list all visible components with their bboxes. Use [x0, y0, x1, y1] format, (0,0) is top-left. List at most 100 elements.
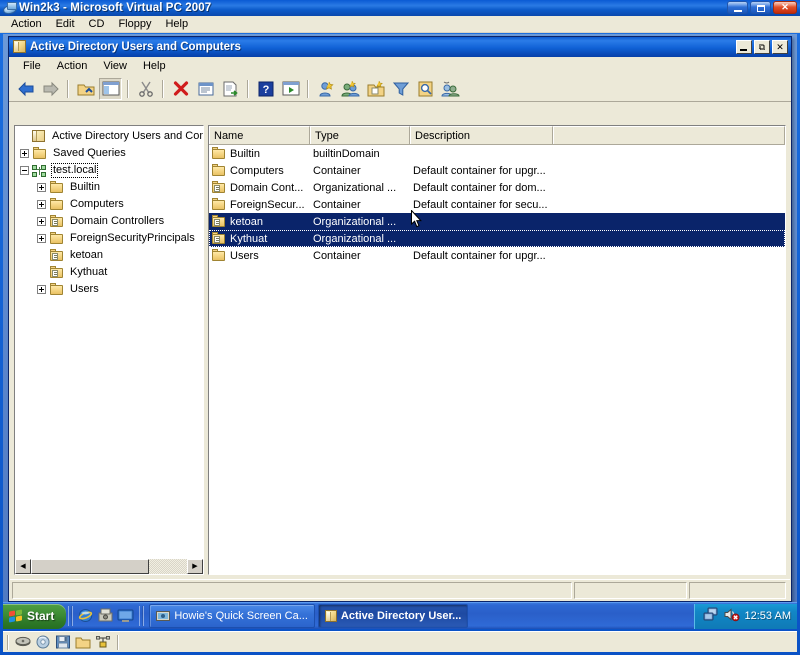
- tree-expander-icon[interactable]: [37, 183, 46, 192]
- tree-item-label: Domain Controllers: [70, 215, 165, 227]
- ad-restore-button[interactable]: ⧉: [754, 40, 770, 54]
- tree-item-saved-queries[interactable]: Saved Queries: [15, 145, 203, 162]
- row-description-cell: Default container for upgr...: [413, 164, 546, 177]
- table-row[interactable]: ketoan Organizational ...: [209, 213, 785, 230]
- tree-expander-icon[interactable]: [20, 149, 29, 158]
- table-row[interactable]: Builtin builtinDomain: [209, 145, 785, 162]
- back-button[interactable]: [14, 78, 37, 100]
- help-button[interactable]: ?: [254, 78, 277, 100]
- table-row[interactable]: Domain Cont... Organizational ... Defaul…: [209, 179, 785, 196]
- properties-button[interactable]: [194, 78, 217, 100]
- ad-menu-view[interactable]: View: [95, 58, 135, 74]
- host-menu-cd[interactable]: CD: [82, 17, 112, 31]
- internet-explorer-icon[interactable]: [77, 607, 95, 625]
- start-button[interactable]: Start: [3, 603, 67, 629]
- table-row[interactable]: Computers Container Default container fo…: [209, 162, 785, 179]
- tree-item-foreignsecurityprincipals[interactable]: ForeignSecurityPrincipals: [15, 230, 203, 247]
- cut-button[interactable]: [134, 78, 157, 100]
- ad-menu-file[interactable]: File: [15, 58, 49, 74]
- host-menu-floppy[interactable]: Floppy: [111, 17, 158, 31]
- scroll-left-arrow-icon[interactable]: ◀: [15, 559, 31, 574]
- taskbar-grip[interactable]: [68, 606, 74, 626]
- table-row[interactable]: Users Container Default container for up…: [209, 247, 785, 264]
- network-icon[interactable]: [95, 635, 111, 650]
- tree-item-users[interactable]: Users: [15, 281, 203, 298]
- tree-item-domain-controllers[interactable]: Domain Controllers: [15, 213, 203, 230]
- taskbar-clock[interactable]: 12:53 AM: [745, 610, 791, 622]
- tree-expander-icon[interactable]: [37, 285, 46, 294]
- taskbar-grip-2[interactable]: [139, 606, 145, 626]
- show-hide-tree-button[interactable]: [99, 77, 122, 100]
- row-name-label: ketoan: [230, 215, 264, 228]
- host-minimize-button[interactable]: [727, 1, 748, 14]
- folder-icon: [49, 181, 65, 194]
- show-desktop-icon[interactable]: [117, 607, 135, 625]
- host-maximize-button[interactable]: [750, 1, 771, 14]
- tree-item-computers[interactable]: Computers: [15, 196, 203, 213]
- volume-muted-icon[interactable]: [724, 607, 740, 625]
- delegate-control-button[interactable]: [439, 78, 462, 100]
- column-header-type[interactable]: Type: [310, 126, 410, 144]
- hard-disk-icon[interactable]: [15, 635, 31, 650]
- up-one-level-button[interactable]: [74, 78, 97, 100]
- folder-icon: [49, 232, 65, 245]
- filter-button[interactable]: [389, 78, 412, 100]
- scroll-thumb[interactable]: [31, 559, 149, 574]
- ad-menu-help[interactable]: Help: [135, 58, 174, 74]
- row-name-label: Computers: [230, 164, 284, 177]
- cd-drive-icon[interactable]: [35, 635, 51, 650]
- task-button-active-directory[interactable]: Active Directory User...: [317, 604, 469, 628]
- folder-icon: [211, 164, 227, 177]
- ad-minimize-button[interactable]: [736, 40, 752, 54]
- row-type-cell: Organizational ...: [313, 181, 397, 194]
- tree-expander-icon[interactable]: [20, 166, 29, 175]
- export-list-button[interactable]: [219, 78, 242, 100]
- task-button-screen-capture[interactable]: Howie's Quick Screen Ca...: [149, 604, 315, 628]
- host-menu-help[interactable]: Help: [158, 17, 195, 31]
- host-title-bar: Win2k3 - Microsoft Virtual PC 2007 ✕: [0, 0, 800, 16]
- folder-icon: [211, 147, 227, 160]
- ou-folder-icon: [211, 215, 227, 228]
- scroll-track[interactable]: [31, 559, 187, 574]
- tree-item-test-local[interactable]: test.local: [15, 162, 203, 179]
- host-menu-edit[interactable]: Edit: [49, 17, 82, 31]
- floppy-icon[interactable]: [55, 635, 71, 650]
- ad-menu-action[interactable]: Action: [49, 58, 96, 74]
- console-tree-pane[interactable]: Active Directory Users and Comput Saved …: [14, 125, 204, 575]
- tree-horizontal-scrollbar[interactable]: ◀ ▶: [15, 558, 203, 574]
- shared-folder-icon[interactable]: [75, 635, 91, 650]
- tree-item-label: Builtin: [70, 181, 100, 193]
- show-console-button[interactable]: [279, 78, 302, 100]
- tree-item-root[interactable]: Active Directory Users and Comput: [15, 128, 203, 145]
- delete-button[interactable]: [169, 78, 192, 100]
- find-button[interactable]: [414, 78, 437, 100]
- tree-item-builtin[interactable]: Builtin: [15, 179, 203, 196]
- table-row[interactable]: Kythuat Organizational ...: [209, 230, 785, 247]
- row-name-cell: Computers: [209, 164, 310, 177]
- tree-expander-icon[interactable]: [37, 234, 46, 243]
- tree-item-label: Active Directory Users and Comput: [52, 130, 203, 142]
- ad-close-button[interactable]: ✕: [772, 40, 788, 54]
- network-connection-icon[interactable]: [703, 607, 719, 625]
- ou-folder-icon: [49, 215, 65, 228]
- media-player-icon[interactable]: [97, 607, 115, 625]
- new-group-button[interactable]: [339, 78, 362, 100]
- column-header-filler: [553, 126, 785, 144]
- ou-folder-icon: [49, 249, 65, 262]
- system-tray: 12:53 AM: [693, 603, 797, 629]
- column-header-description[interactable]: Description: [410, 126, 553, 144]
- column-header-name[interactable]: Name: [209, 126, 310, 144]
- tree-expander-icon[interactable]: [37, 217, 46, 226]
- quick-launch-bar: [75, 607, 137, 625]
- tree-expander-icon[interactable]: [37, 200, 46, 209]
- forward-button[interactable]: [39, 78, 62, 100]
- table-row[interactable]: ForeignSecur... Container Default contai…: [209, 196, 785, 213]
- new-ou-button[interactable]: [364, 78, 387, 100]
- host-close-button[interactable]: ✕: [773, 1, 797, 14]
- tree-item-ketoan[interactable]: ketoan: [15, 247, 203, 264]
- results-list-pane[interactable]: Name Type Description Builtin builtinDom…: [208, 125, 786, 575]
- host-menu-action[interactable]: Action: [4, 17, 49, 31]
- new-user-button[interactable]: [314, 78, 337, 100]
- scroll-right-arrow-icon[interactable]: ▶: [187, 559, 203, 574]
- tree-item-kythuat[interactable]: Kythuat: [15, 264, 203, 281]
